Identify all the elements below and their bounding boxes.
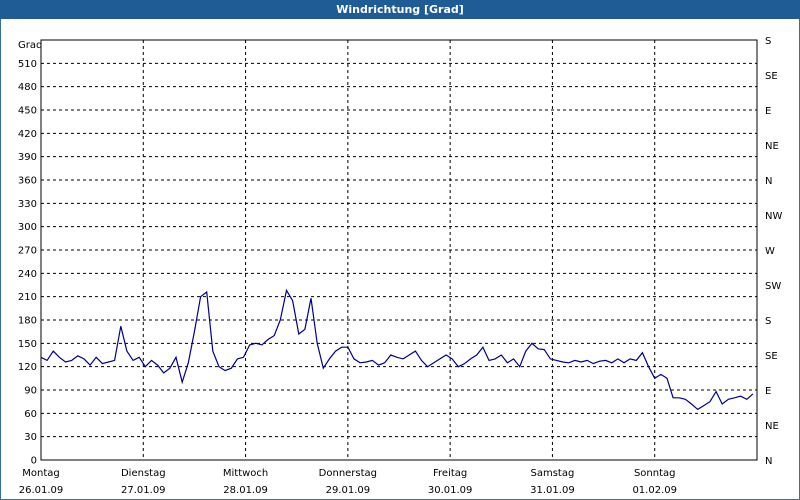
y-tick-label: 510 [18,59,37,70]
right-tick-label: W [765,246,775,257]
y-tick-label: 180 [18,316,37,327]
y-tick-label: 330 [18,199,37,210]
y-tick-label: 210 [18,292,37,303]
x-axis-ticks: Montag 26.01.09 Dienstag 27.01.09 Mittwoch 28… [19,468,677,496]
y-tick-label: 270 [18,246,37,257]
right-tick-label: N [765,176,772,187]
y-tick-label: 480 [18,82,37,93]
y-tick-label: 150 [18,339,37,350]
y-axis-ticks: 0 30 60 90 120 150 180 210 240 270 300 330 360 390 420… [18,59,37,467]
y-tick-label: 30 [24,432,37,443]
x-tick-day: Samstag [531,468,575,479]
right-tick-label: SE [765,71,778,82]
x-tick-date: 31.01.09 [530,485,575,496]
y-tick-label: 390 [18,152,37,163]
y-tick-label: 90 [24,386,37,397]
x-tick-day: Dienstag [121,468,166,479]
x-tick-date: 26.01.09 [19,485,64,496]
x-tick-date: 29.01.09 [326,485,371,496]
x-tick-date: 01.02.09 [632,485,677,496]
y-tick-label: 450 [18,106,37,117]
y-tick-label: 0 [31,456,37,467]
right-tick-label: N [765,456,772,467]
y-axis-label: Grad [18,40,42,51]
right-tick-label: S [765,316,771,327]
x-tick-day: Donnerstag [319,468,377,479]
x-tick-day: Montag [22,468,59,479]
y-tick-label: 360 [18,176,37,187]
wind-direction-chart: 0 30 60 90 120 150 180 210 240 270 300 330 360 390 420… [18,36,783,496]
x-tick-date: 30.01.09 [428,485,473,496]
right-tick-label: S [765,36,771,47]
right-tick-label: NE [765,141,779,152]
x-tick-date: 28.01.09 [223,485,268,496]
x-tick-date: 27.01.09 [121,485,166,496]
y-tick-label: 120 [18,362,37,373]
y-tick-label: 420 [18,129,37,140]
y-tick-label: 240 [18,269,37,280]
right-axis-ticks: N NE E SE S SW W NW N NE E SE S [765,36,782,467]
right-tick-label: SE [765,351,778,362]
right-tick-label: E [765,106,771,117]
right-tick-label: NE [765,421,779,432]
y-tick-label: 60 [24,409,37,420]
right-tick-label: E [765,386,771,397]
x-tick-day: Sonntag [634,468,676,479]
x-tick-day: Mittwoch [223,468,268,479]
right-tick-label: SW [765,281,781,292]
right-tick-label: NW [765,211,782,222]
x-tick-day: Freitag [433,468,467,479]
y-tick-label: 300 [18,222,37,233]
